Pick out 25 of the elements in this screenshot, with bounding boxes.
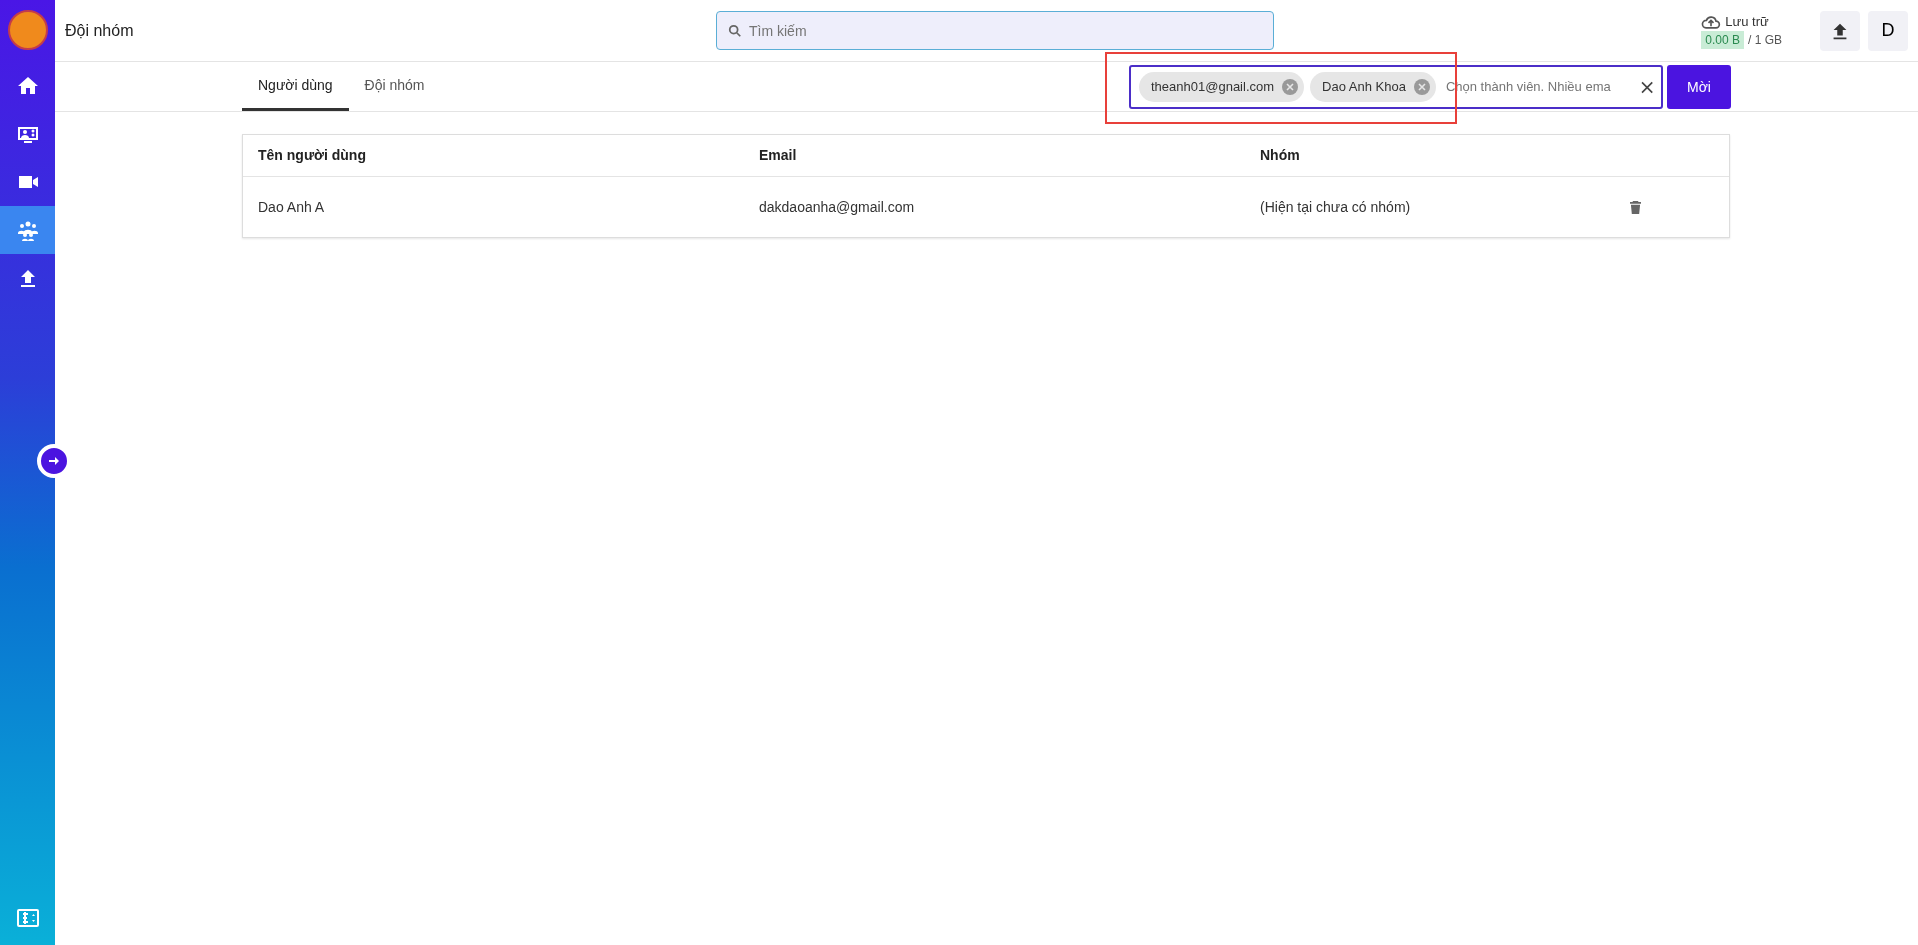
logo-avatar: [7, 10, 48, 50]
column-header: Nhóm: [1260, 146, 1301, 165]
table-cell-text: Dao Anh A: [258, 197, 326, 217]
member-chip: Dao Anh Khoa: [1310, 72, 1436, 102]
arrow-right-icon: [48, 455, 60, 467]
sidebar-item[interactable]: [0, 206, 55, 254]
search-field[interactable]: Tìm kiếm: [716, 11, 1274, 50]
storage-total: / 1 GB: [1748, 32, 1782, 50]
storage-label: Lưu trữ: [1725, 12, 1769, 31]
upload-button[interactable]: [1820, 10, 1860, 51]
page-title: Đội nhóm: [65, 20, 135, 41]
tab[interactable]: Đội nhóm: [348, 62, 441, 111]
column-header: Tên người dùng: [258, 146, 367, 165]
tab[interactable]: Người dùng: [242, 62, 349, 111]
clear-icon[interactable]: [1640, 80, 1653, 94]
table-cell-text: dakdaoanha@gmail.com: [759, 197, 916, 217]
invite-button[interactable]: Mời: [1667, 65, 1731, 109]
trash-icon[interactable]: [1630, 201, 1641, 215]
member-chip: theanh01@gnail.com: [1139, 72, 1305, 102]
billing-icon: [16, 909, 39, 927]
storage-used: 0.00 B: [1701, 31, 1744, 50]
user-avatar-button[interactable]: D: [1868, 10, 1908, 51]
table-cell-text: (Hiện tại chưa có nhóm): [1260, 197, 1412, 217]
column-header: Email: [759, 146, 798, 165]
cloud-upload-icon: [1701, 13, 1722, 30]
